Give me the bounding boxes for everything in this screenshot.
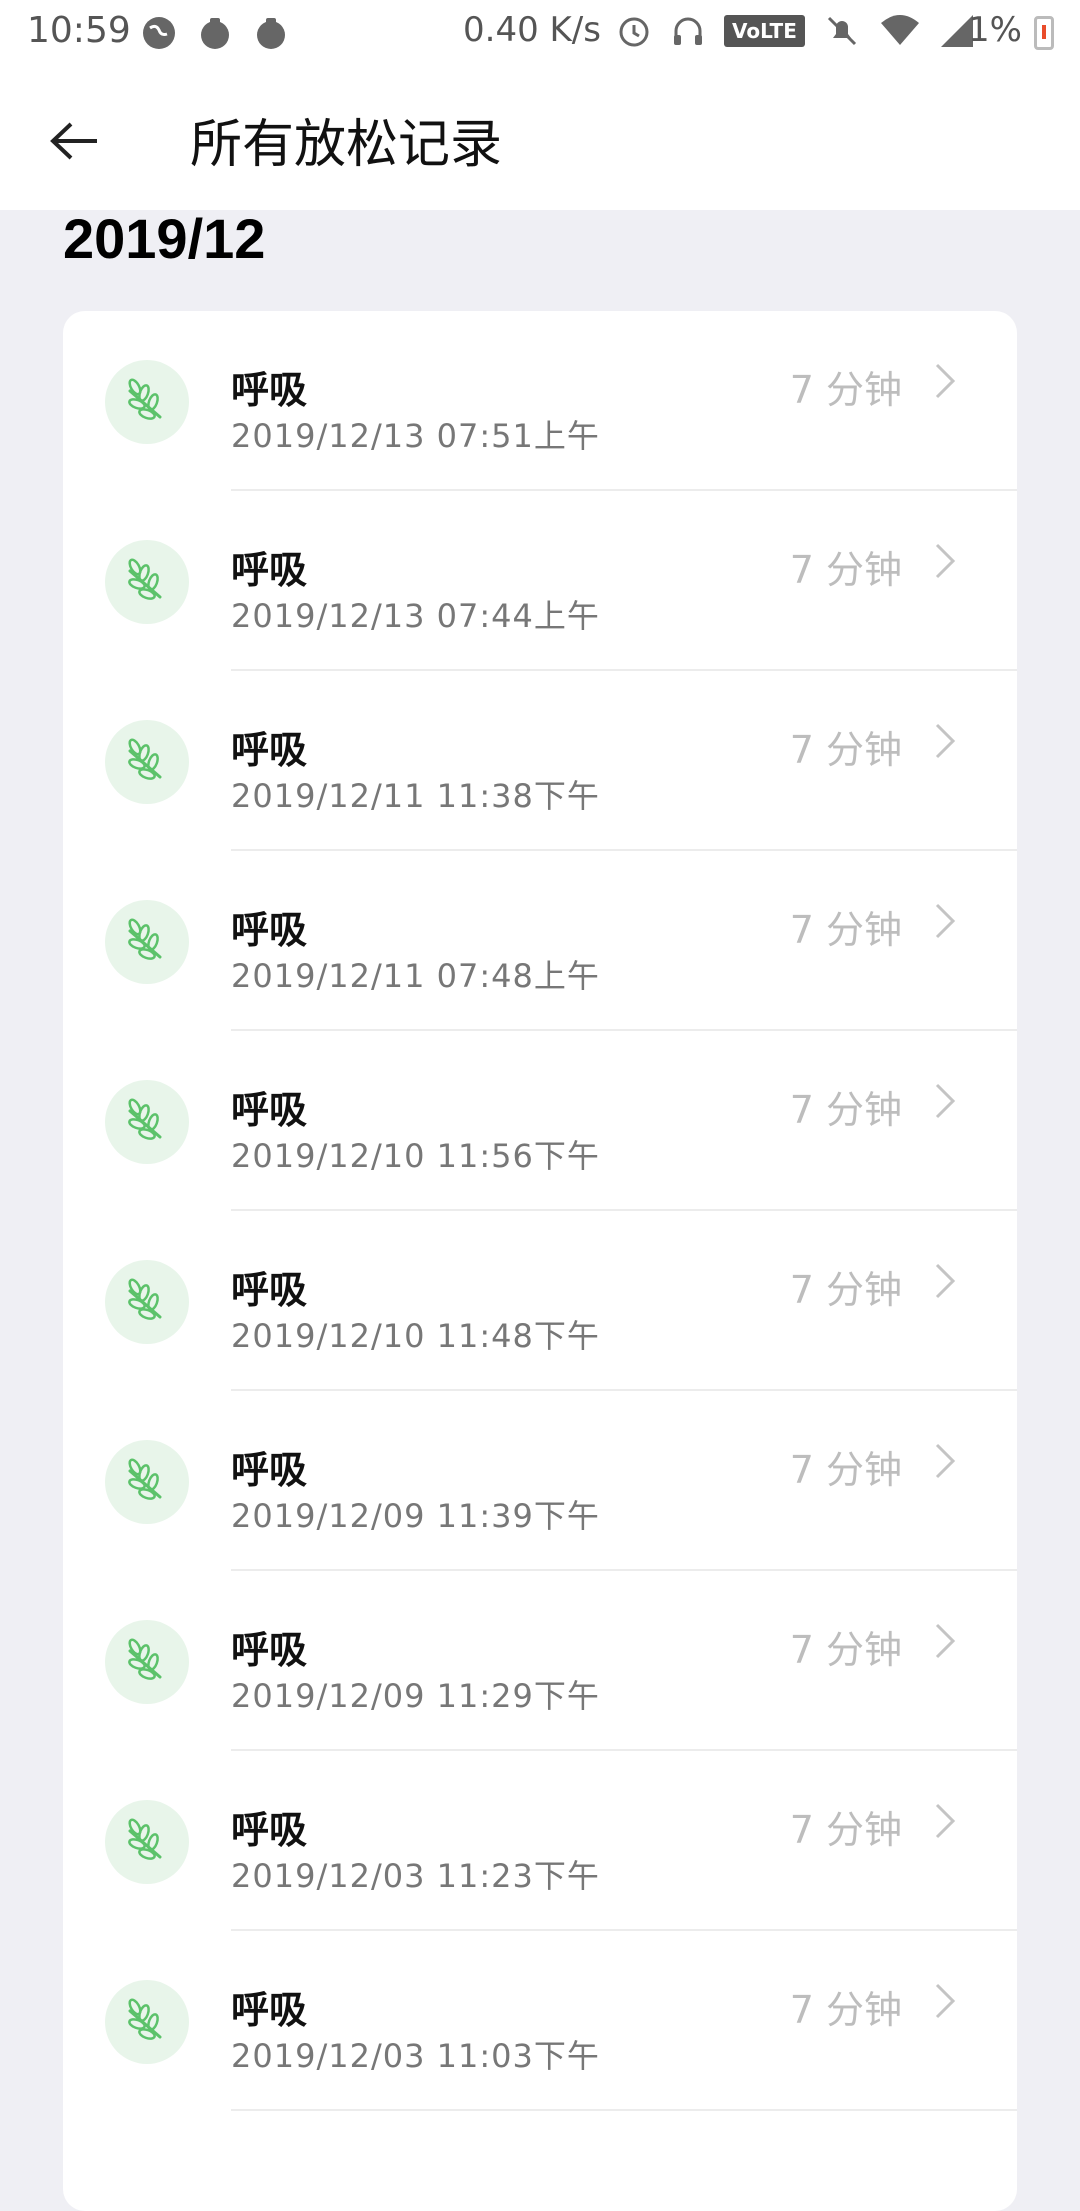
record-duration: 7 分钟 bbox=[789, 1808, 902, 1852]
record-title: 呼吸 bbox=[231, 1088, 308, 1132]
record-date: 2019/12/13 07:44上午 bbox=[231, 597, 600, 635]
app-notification-icon bbox=[201, 18, 229, 49]
record-icon-badge bbox=[105, 360, 189, 444]
record-icon-badge bbox=[105, 540, 189, 624]
record-title: 呼吸 bbox=[231, 908, 308, 952]
status-bar: 10:59 0.40 K/s VoLTE 1% bbox=[0, 0, 1080, 66]
network-speed: 0.40 K/s bbox=[463, 10, 601, 50]
record-row[interactable]: 呼吸 2019/12/10 11:48下午 7 分钟 bbox=[63, 1211, 1017, 1391]
chevron-right-icon bbox=[935, 1083, 956, 1119]
arrow-left-icon bbox=[50, 122, 97, 160]
alarm-icon bbox=[619, 17, 649, 47]
record-icon-badge bbox=[105, 900, 189, 984]
leaf-icon bbox=[128, 1998, 162, 2040]
record-date: 2019/12/11 11:38下午 bbox=[231, 777, 600, 815]
headphones-icon bbox=[674, 17, 702, 45]
chevron-right-icon bbox=[935, 543, 956, 579]
leaf-icon bbox=[128, 378, 162, 420]
chevron-right-icon bbox=[935, 1443, 956, 1479]
record-row[interactable]: 呼吸 2019/12/10 11:56下午 7 分钟 bbox=[63, 1031, 1017, 1211]
leaf-icon bbox=[128, 918, 162, 960]
chevron-right-icon bbox=[935, 363, 956, 399]
record-title: 呼吸 bbox=[231, 368, 308, 412]
month-heading: 2019/12 bbox=[63, 207, 266, 270]
leaf-icon bbox=[128, 1278, 162, 1320]
records-list: 呼吸 2019/12/13 07:51上午 7 分钟 呼吸 2019/12/13… bbox=[63, 311, 1017, 2211]
record-duration: 7 分钟 bbox=[789, 728, 902, 772]
battery-percent: 1% bbox=[968, 10, 1022, 50]
record-title: 呼吸 bbox=[231, 1628, 308, 1672]
muted-bell-icon bbox=[827, 16, 856, 46]
record-title: 呼吸 bbox=[231, 1448, 308, 1492]
record-icon-badge bbox=[105, 1980, 189, 2064]
leaf-icon bbox=[128, 1818, 162, 1860]
record-icon-badge bbox=[105, 1800, 189, 1884]
record-date: 2019/12/11 07:48上午 bbox=[231, 957, 600, 995]
row-divider bbox=[231, 2109, 1017, 2111]
record-date: 2019/12/03 11:03下午 bbox=[231, 2037, 600, 2075]
record-title: 呼吸 bbox=[231, 1808, 308, 1852]
battery-icon bbox=[1034, 16, 1054, 50]
record-row[interactable]: 呼吸 2019/12/09 11:29下午 7 分钟 bbox=[63, 1571, 1017, 1751]
record-title: 呼吸 bbox=[231, 1268, 308, 1312]
record-icon-badge bbox=[105, 1440, 189, 1524]
leaf-icon bbox=[128, 1458, 162, 1500]
record-title: 呼吸 bbox=[231, 548, 308, 592]
record-duration: 7 分钟 bbox=[789, 1988, 902, 2032]
globe-icon bbox=[143, 17, 175, 49]
page-title: 所有放松记录 bbox=[190, 115, 503, 175]
app-bar: 所有放松记录 bbox=[0, 66, 1080, 210]
record-row[interactable]: 呼吸 2019/12/03 11:03下午 7 分钟 bbox=[63, 1931, 1017, 2111]
record-date: 2019/12/13 07:51上午 bbox=[231, 417, 600, 455]
leaf-icon bbox=[128, 1638, 162, 1680]
record-title: 呼吸 bbox=[231, 728, 308, 772]
volte-badge: VoLTE bbox=[724, 15, 805, 47]
chevron-right-icon bbox=[935, 1803, 956, 1839]
chevron-right-icon bbox=[935, 1983, 956, 2019]
record-row[interactable]: 呼吸 2019/12/09 11:39下午 7 分钟 bbox=[63, 1391, 1017, 1571]
record-duration: 7 分钟 bbox=[789, 1088, 902, 1132]
record-row[interactable]: 呼吸 2019/12/03 11:23下午 7 分钟 bbox=[63, 1751, 1017, 1931]
leaf-icon bbox=[128, 738, 162, 780]
record-date: 2019/12/09 11:29下午 bbox=[231, 1677, 600, 1715]
app-notification-icon bbox=[257, 18, 285, 49]
record-duration: 7 分钟 bbox=[789, 1268, 902, 1312]
record-date: 2019/12/10 11:48下午 bbox=[231, 1317, 600, 1355]
record-date: 2019/12/09 11:39下午 bbox=[231, 1497, 600, 1535]
record-duration: 7 分钟 bbox=[789, 548, 902, 592]
leaf-icon bbox=[128, 558, 162, 600]
record-row[interactable]: 呼吸 2019/12/13 07:44上午 7 分钟 bbox=[63, 491, 1017, 671]
notification-icons bbox=[140, 14, 290, 52]
record-row[interactable]: 呼吸 2019/12/11 11:38下午 7 分钟 bbox=[63, 671, 1017, 851]
record-row[interactable]: 呼吸 2019/12/11 07:48上午 7 分钟 bbox=[63, 851, 1017, 1031]
back-button[interactable] bbox=[40, 106, 110, 176]
record-icon-badge bbox=[105, 1260, 189, 1344]
record-icon-badge bbox=[105, 1620, 189, 1704]
chevron-right-icon bbox=[935, 723, 956, 759]
status-time: 10:59 bbox=[27, 10, 131, 51]
system-icons: VoLTE bbox=[616, 12, 975, 50]
record-duration: 7 分钟 bbox=[789, 908, 902, 952]
record-row[interactable]: 呼吸 2019/12/13 07:51上午 7 分钟 bbox=[63, 311, 1017, 491]
leaf-icon bbox=[128, 1098, 162, 1140]
record-date: 2019/12/03 11:23下午 bbox=[231, 1857, 600, 1895]
chevron-right-icon bbox=[935, 903, 956, 939]
record-date: 2019/12/10 11:56下午 bbox=[231, 1137, 600, 1175]
record-icon-badge bbox=[105, 720, 189, 804]
wifi-icon bbox=[880, 15, 919, 45]
chevron-right-icon bbox=[935, 1623, 956, 1659]
record-title: 呼吸 bbox=[231, 1988, 308, 2032]
record-icon-badge bbox=[105, 1080, 189, 1164]
record-duration: 7 分钟 bbox=[789, 368, 902, 412]
record-duration: 7 分钟 bbox=[789, 1448, 902, 1492]
record-duration: 7 分钟 bbox=[789, 1628, 902, 1672]
chevron-right-icon bbox=[935, 1263, 956, 1299]
